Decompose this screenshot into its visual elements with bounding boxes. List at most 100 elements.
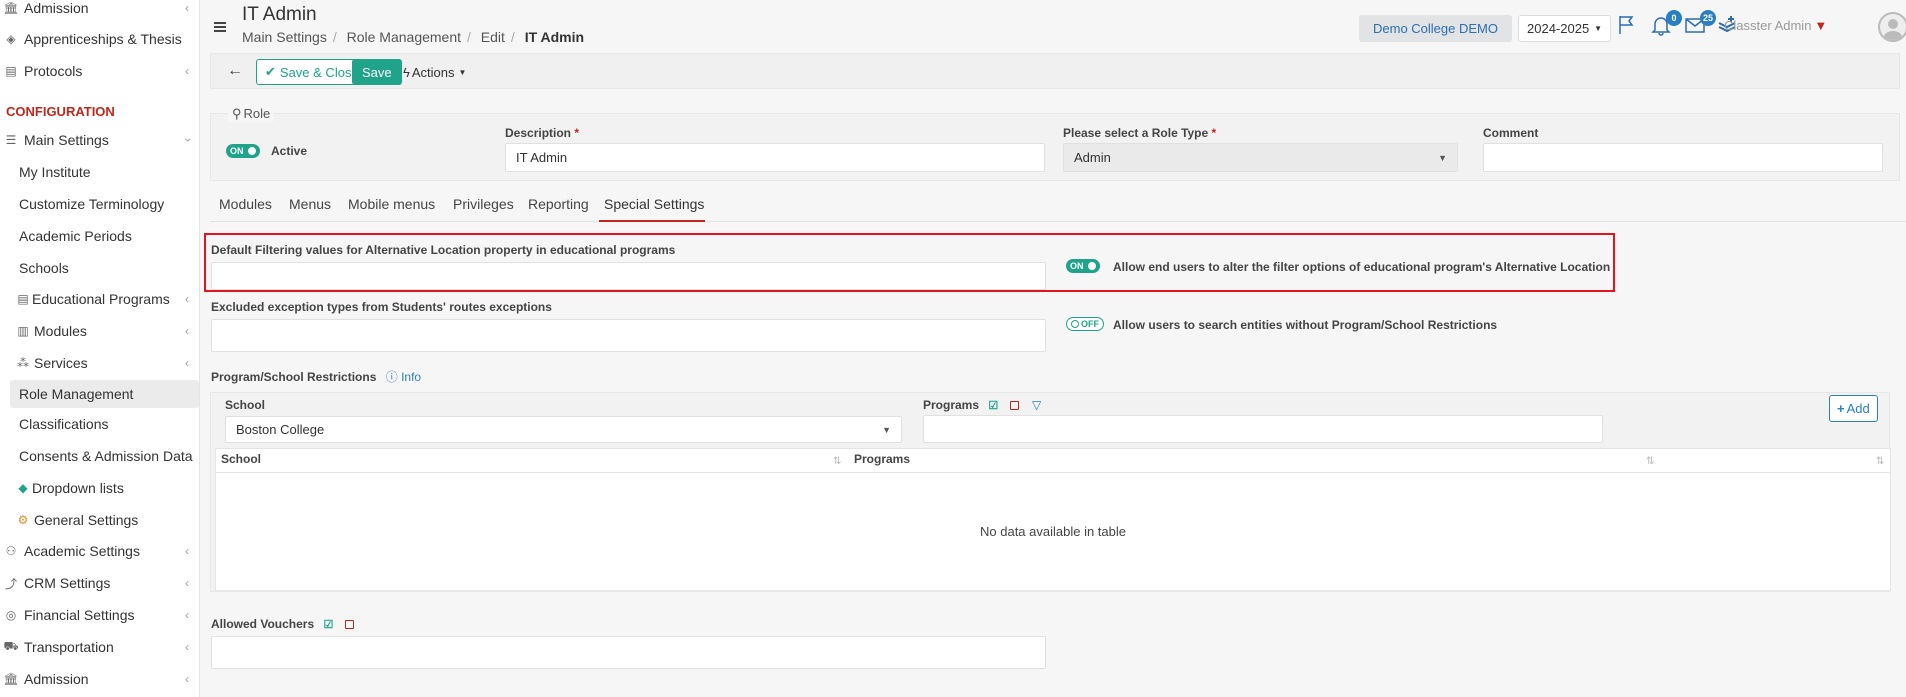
sidebar-item-label: Apprenticeships & Thesis: [24, 31, 182, 47]
sidebar-item-services[interactable]: ⁂ Services ‹: [0, 349, 199, 377]
tab-reporting[interactable]: Reporting: [528, 196, 589, 212]
table-header: [216, 449, 1890, 473]
sidebar-item-academic-periods[interactable]: Academic Periods: [0, 222, 199, 250]
info-link[interactable]: ⓘ Info: [386, 370, 421, 384]
year-selector[interactable]: 2024-2025 ▼: [1518, 15, 1612, 42]
sort-icon[interactable]: ⇅: [833, 456, 841, 467]
sidebar-item-label: Transportation: [24, 639, 114, 655]
gear-icon: ⚙: [17, 513, 29, 527]
sort-icon[interactable]: ⇅: [1876, 456, 1884, 467]
vouchers-input[interactable]: [211, 636, 1046, 669]
user-menu[interactable]: Classter Admin ▼: [1724, 18, 1827, 33]
tab-mobile-menus[interactable]: Mobile menus: [348, 196, 435, 212]
bell-icon[interactable]: 0: [1650, 10, 1682, 38]
programs-label: Programs ☑ ▽: [923, 398, 1042, 413]
sidebar-item-admission-bottom[interactable]: 🏛 Admission ‹: [0, 665, 199, 693]
sidebar-item-apprenticeships[interactable]: ◈ Apprenticeships & Thesis: [0, 25, 199, 53]
sidebar-item-dropdown-lists[interactable]: ◆ Dropdown lists: [0, 474, 199, 502]
save-button[interactable]: Save: [352, 59, 402, 85]
sidebar-item-transportation[interactable]: ⛟ Transportation ‹: [0, 633, 199, 661]
sidebar-item-label: General Settings: [34, 512, 139, 528]
active-toggle[interactable]: ON: [226, 144, 260, 158]
chevron-left-icon: ‹: [185, 64, 189, 78]
active-tab-indicator: [599, 220, 705, 222]
comment-label: Comment: [1483, 126, 1539, 140]
college-selector[interactable]: Demo College DEMO: [1359, 15, 1512, 42]
mail-icon[interactable]: 25: [1684, 10, 1716, 38]
add-button[interactable]: + Add: [1829, 395, 1878, 422]
sidebar-item-customize-terminology[interactable]: Customize Terminology: [0, 190, 199, 218]
sidebar-item-consents[interactable]: Consents & Admission Data: [0, 442, 199, 470]
sidebar-item-classifications[interactable]: Classifications: [0, 410, 199, 438]
sidebar-item-protocols[interactable]: ▤ Protocols ‹: [0, 57, 199, 85]
deselect-all-icon[interactable]: [1009, 401, 1019, 411]
chevron-left-icon: ‹: [185, 356, 189, 370]
sidebar-item-modules[interactable]: ▥ Modules ‹: [0, 317, 199, 345]
sidebar-item-label: Consents & Admission Data: [19, 448, 193, 464]
caret-down-icon: ▼: [882, 424, 891, 435]
sidebar-item-label: CRM Settings: [24, 575, 111, 591]
save-close-button[interactable]: ✔ Save & Close: [256, 59, 368, 85]
deselect-all-icon[interactable]: [344, 620, 354, 630]
excluded-input[interactable]: [211, 319, 1046, 352]
sidebar-item-educational-programs[interactable]: ▤ Educational Programs ‹: [0, 285, 199, 313]
school-select[interactable]: Boston College ▼: [225, 416, 902, 443]
layers-icon: ◆: [18, 481, 28, 495]
page-title: IT Admin: [242, 4, 317, 25]
description-label: Description *: [505, 126, 580, 140]
tab-privileges[interactable]: Privileges: [453, 196, 514, 212]
sidebar-item-role-management[interactable]: Role Management: [10, 380, 199, 408]
people-icon: ⚇: [5, 544, 17, 558]
role-type-select[interactable]: Admin ▼: [1063, 143, 1458, 172]
chevron-left-icon: ‹: [185, 1, 189, 15]
chevron-left-icon: ‹: [185, 544, 189, 558]
breadcrumb-link[interactable]: Main Settings: [242, 29, 327, 45]
filter-icon[interactable]: ▽: [1032, 398, 1041, 412]
breadcrumb-link[interactable]: Edit: [481, 29, 505, 45]
sidebar-item-label: Modules: [34, 323, 87, 339]
sidebar: 🏛 Admission ‹ ◈ Apprenticeships & Thesis…: [0, 0, 200, 697]
programs-input[interactable]: [923, 415, 1603, 443]
sidebar-item-crm-settings[interactable]: ⤴ CRM Settings ‹: [0, 569, 199, 597]
tab-special-settings[interactable]: Special Settings: [604, 196, 704, 212]
breadcrumb-link[interactable]: Role Management: [347, 29, 461, 45]
sort-icon[interactable]: ⇅: [1646, 456, 1654, 467]
sidebar-item-label: Classifications: [19, 416, 109, 432]
tab-menus[interactable]: Menus: [289, 196, 331, 212]
book-icon: ▥: [17, 324, 29, 338]
toggle-label: OFF: [1081, 319, 1099, 329]
menu-toggle-icon[interactable]: [214, 22, 226, 32]
sidebar-item-label: My Institute: [19, 164, 91, 180]
sidebar-item-general-settings[interactable]: ⚙ General Settings: [0, 506, 199, 534]
bolt-icon: ϟ: [403, 64, 410, 80]
select-all-icon[interactable]: ☑: [323, 618, 333, 631]
sidebar-item-main-settings[interactable]: ☰ Main Settings ‹: [0, 126, 199, 154]
select-all-icon[interactable]: ☑: [988, 399, 998, 412]
description-input[interactable]: IT Admin: [505, 143, 1045, 172]
notifications-badge: 0: [1666, 10, 1682, 26]
comment-textarea[interactable]: [1483, 143, 1883, 172]
flag-icon[interactable]: [1616, 14, 1640, 38]
column-header-programs[interactable]: Programs: [854, 452, 910, 466]
avatar[interactable]: [1878, 12, 1906, 42]
app-root: 🏛 Admission ‹ ◈ Apprenticeships & Thesis…: [0, 0, 1906, 697]
allow-search-toggle[interactable]: OFF: [1066, 317, 1104, 331]
back-arrow-icon[interactable]: ←: [227, 62, 243, 80]
sidebar-item-academic-settings[interactable]: ⚇ Academic Settings ‹: [0, 537, 199, 565]
column-header-school[interactable]: School: [221, 452, 261, 466]
user-key-icon: ⚲: [232, 106, 242, 121]
active-label: Active: [271, 144, 308, 158]
actions-dropdown[interactable]: ϟ Actions ▼: [403, 60, 466, 84]
sidebar-item-financial-settings[interactable]: ◎ Financial Settings ‹: [0, 601, 199, 629]
sidebar-item-label: Customize Terminology: [19, 196, 165, 212]
actions-label: Actions: [411, 64, 455, 80]
sidebar-item-schools[interactable]: Schools: [0, 254, 199, 282]
sliders-icon: ☰: [5, 133, 17, 147]
chart-icon: ⤴: [4, 576, 17, 591]
sidebar-item-admission-top[interactable]: 🏛 Admission ‹: [0, 0, 199, 22]
chevron-left-icon: ‹: [185, 292, 189, 306]
bus-icon: ⛟: [3, 639, 19, 653]
sidebar-item-my-institute[interactable]: My Institute: [0, 158, 199, 186]
tab-modules[interactable]: Modules: [219, 196, 272, 212]
toolbar: ← ✔ Save & Close Save ϟ Actions ▼: [210, 53, 1900, 89]
